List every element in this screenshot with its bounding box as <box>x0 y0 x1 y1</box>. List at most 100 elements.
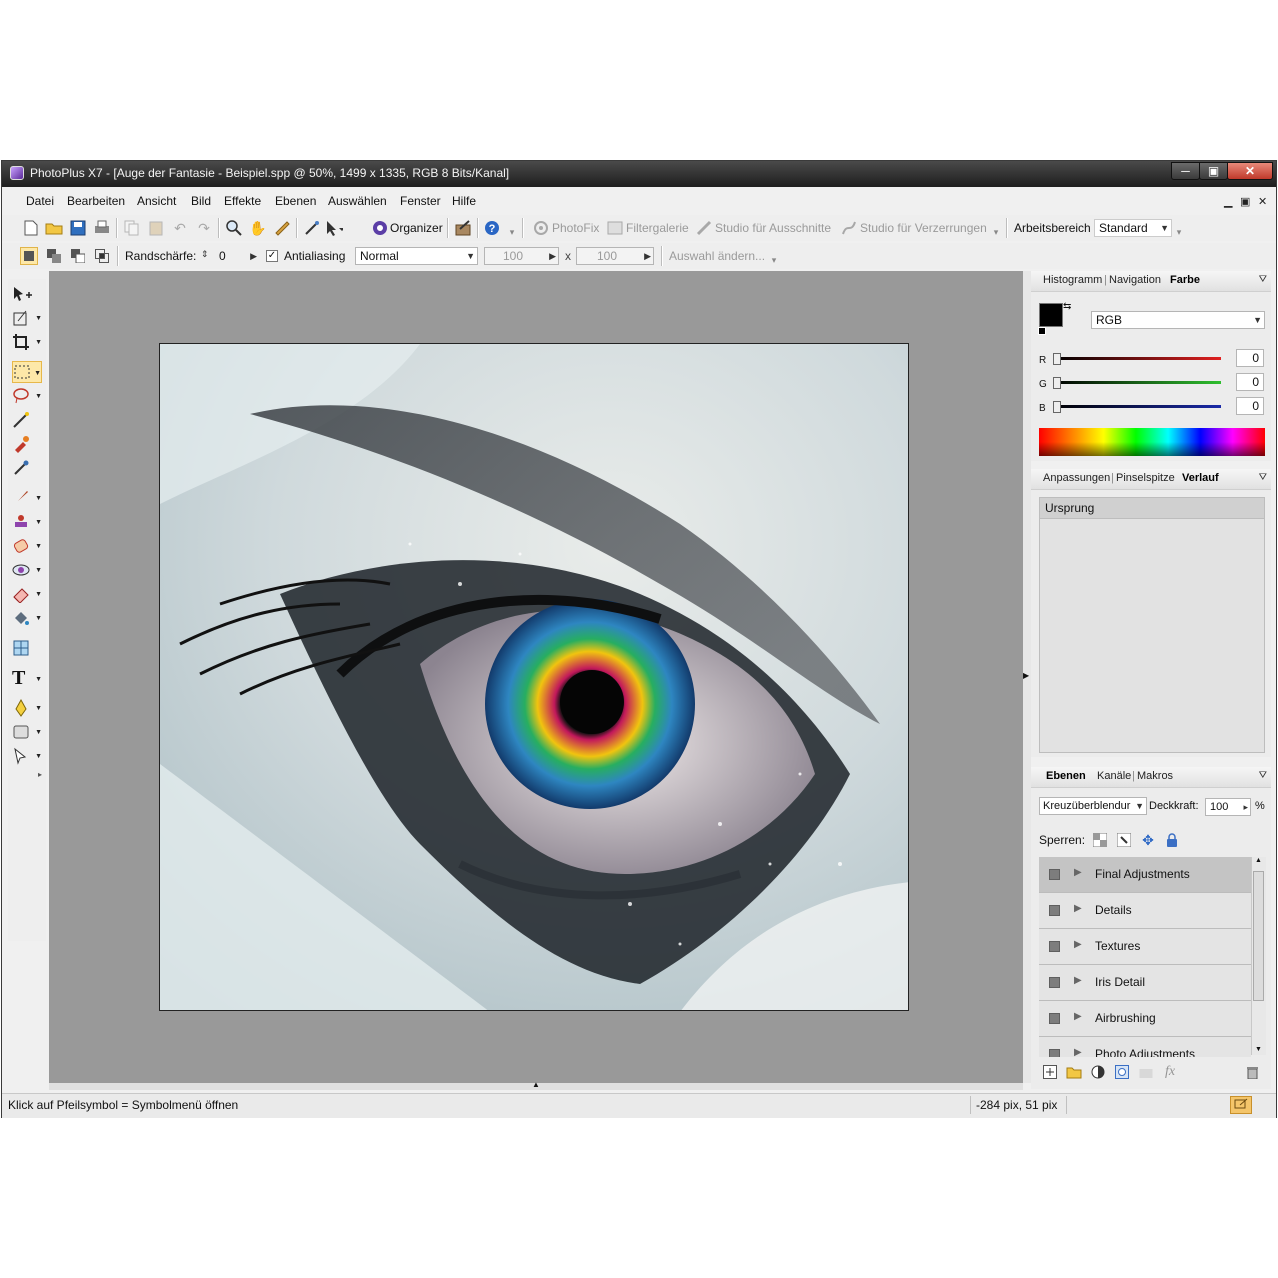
toolbar-grip-icon[interactable]: ▾ <box>992 217 1000 239</box>
slider-thumb[interactable] <box>1053 377 1061 389</box>
expand-arrow-icon[interactable]: ▶ <box>1074 1011 1082 1022</box>
eyedropper-tool-icon[interactable] <box>12 457 42 479</box>
menu-datei[interactable]: Datei <box>26 194 54 208</box>
width-input[interactable]: 100 ▶ <box>484 247 559 265</box>
organizer-icon[interactable] <box>371 219 389 237</box>
layer-visibility-toggle[interactable] <box>1049 941 1060 952</box>
layer-visibility-toggle[interactable] <box>1049 1013 1060 1024</box>
doc-restore-button[interactable]: ▣ <box>1240 195 1250 208</box>
patch-tool-icon[interactable]: ▼ <box>12 535 42 557</box>
selection-brush-tool-icon[interactable] <box>12 433 42 455</box>
undo-icon[interactable]: ↶ <box>171 219 189 237</box>
layer-row[interactable]: ▶ Details <box>1039 893 1251 929</box>
lock-pixels-icon[interactable] <box>1115 831 1133 849</box>
filtergalerie-button[interactable]: Filtergalerie <box>626 221 689 235</box>
bottom-splitter[interactable]: ▲ <box>49 1080 1023 1090</box>
slider-thumb[interactable] <box>1053 401 1061 413</box>
studio-ausschnitte-button[interactable]: Studio für Ausschnitte <box>715 221 831 235</box>
arbeitsbereich-dropdown[interactable]: Standard ▼ <box>1094 219 1172 237</box>
doc-minimize-button[interactable]: ▁ <box>1224 195 1232 208</box>
toolbar-grip-icon[interactable]: ▾ <box>1175 217 1183 239</box>
new-file-icon[interactable] <box>22 219 40 237</box>
lock-transparency-icon[interactable] <box>1091 831 1109 849</box>
copy-icon[interactable] <box>123 219 141 237</box>
color-spectrum[interactable] <box>1039 428 1265 456</box>
tab-histogramm[interactable]: Histogramm <box>1043 274 1102 286</box>
expand-arrow-icon[interactable]: ▶ <box>1074 903 1082 914</box>
menu-auswaehlen[interactable]: Auswählen <box>328 194 387 208</box>
intersect-selection-icon[interactable] <box>93 247 111 265</box>
pen-tool-icon[interactable]: ▼ <box>12 697 42 719</box>
tab-pinselspitze[interactable]: Pinselspitze <box>1116 472 1175 484</box>
hand-tool-icon[interactable]: ✋ <box>249 219 267 237</box>
opacity-input[interactable]: 100 ▸ <box>1205 798 1251 816</box>
mesh-warp-tool-icon[interactable] <box>12 637 42 659</box>
filter-gallery-icon[interactable] <box>606 219 624 237</box>
add-selection-icon[interactable] <box>45 247 63 265</box>
randschaerfe-input[interactable]: 0 ▶ <box>214 247 260 265</box>
layer-visibility-toggle[interactable] <box>1049 869 1060 880</box>
lock-all-icon[interactable] <box>1163 831 1181 849</box>
chevron-right-icon[interactable]: ▶ <box>549 248 556 264</box>
tab-navigation[interactable]: Navigation <box>1109 274 1161 286</box>
menu-fenster[interactable]: Fenster <box>400 194 441 208</box>
color-picker-icon[interactable] <box>303 219 321 237</box>
blue-value-input[interactable]: 0 <box>1236 397 1264 415</box>
toolbar-grip-icon[interactable]: ▾ <box>508 217 516 239</box>
panel-splitter[interactable]: ▶ <box>1023 271 1031 1083</box>
shape-tool-icon[interactable]: ▼ <box>12 721 42 743</box>
clone-stamp-tool-icon[interactable]: ▼ <box>12 511 42 533</box>
ruler-icon[interactable] <box>273 219 291 237</box>
height-input[interactable]: 100 ▶ <box>576 247 654 265</box>
tab-ebenen[interactable]: Ebenen <box>1046 770 1086 782</box>
expand-arrow-icon[interactable]: ▶ <box>1074 939 1082 950</box>
doc-close-button[interactable]: ✕ <box>1258 195 1267 208</box>
new-layer-icon[interactable] <box>1041 1063 1059 1081</box>
tab-kanaele[interactable]: Kanäle <box>1097 770 1131 782</box>
text-tool-icon[interactable]: T ▼ <box>12 667 42 689</box>
swap-colors-icon[interactable]: ⇆ <box>1063 301 1071 312</box>
zoom-icon[interactable] <box>225 219 243 237</box>
print-icon[interactable] <box>93 219 111 237</box>
help-icon[interactable]: ? <box>483 219 501 237</box>
selection-arrow-icon[interactable] <box>325 219 343 237</box>
layer-visibility-toggle[interactable] <box>1049 977 1060 988</box>
fill-tool-icon[interactable]: ▼ <box>12 607 42 629</box>
expand-arrow-icon[interactable]: ▶ <box>1074 1047 1082 1057</box>
studio-verzerrungen-button[interactable]: Studio für Verzerrungen <box>860 221 987 235</box>
layer-row[interactable]: ▶ Airbrushing <box>1039 1001 1251 1037</box>
lasso-tool-icon[interactable]: ▼ <box>12 385 42 407</box>
menu-ansicht[interactable]: Ansicht <box>137 194 176 208</box>
deform-tool-icon[interactable]: ▼ <box>12 307 42 329</box>
magic-wand-tool-icon[interactable] <box>12 409 42 431</box>
lock-position-icon[interactable]: ✥ <box>1139 831 1157 849</box>
antialiasing-checkbox[interactable]: ✓ <box>266 250 278 262</box>
photofix-button[interactable]: PhotoFix <box>552 221 599 235</box>
blue-slider[interactable] <box>1055 405 1221 408</box>
new-group-folder-icon[interactable] <box>1065 1063 1083 1081</box>
expand-bottom-icon[interactable]: ▲ <box>532 1080 540 1089</box>
menu-bild[interactable]: Bild <box>191 194 211 208</box>
new-selection-icon[interactable] <box>20 247 38 265</box>
layer-row[interactable]: ▶ Photo Adjustments <box>1039 1037 1251 1057</box>
red-slider[interactable] <box>1055 357 1221 360</box>
chevron-right-icon[interactable]: ▸ <box>1243 799 1248 815</box>
scroll-down-icon[interactable]: ▼ <box>1255 1046 1262 1053</box>
auswahl-aendern-button[interactable]: Auswahl ändern... <box>669 249 765 263</box>
spin-updown-icon[interactable]: ⇕ <box>201 249 209 260</box>
move-tool-icon[interactable] <box>12 283 42 305</box>
photofix-icon[interactable] <box>532 219 550 237</box>
menu-ebenen[interactable]: Ebenen <box>275 194 316 208</box>
history-item[interactable]: Ursprung <box>1040 498 1264 519</box>
toolbar-grip-icon[interactable]: ▾ <box>770 245 778 267</box>
scroll-up-icon[interactable]: ▲ <box>1255 857 1262 864</box>
save-icon[interactable] <box>69 219 87 237</box>
layers-scrollbar[interactable]: ▲ ▼ <box>1251 857 1266 1055</box>
eye-image[interactable] <box>159 343 909 1011</box>
menu-hilfe[interactable]: Hilfe <box>452 194 476 208</box>
expand-arrow-icon[interactable]: ▶ <box>1074 975 1082 986</box>
red-eye-tool-icon[interactable]: ▼ <box>12 559 42 581</box>
fx-effects-icon[interactable]: fx <box>1161 1063 1179 1081</box>
layer-row[interactable]: ▶ Final Adjustments <box>1039 857 1251 893</box>
layer-mask-disabled-icon[interactable] <box>1137 1063 1155 1081</box>
